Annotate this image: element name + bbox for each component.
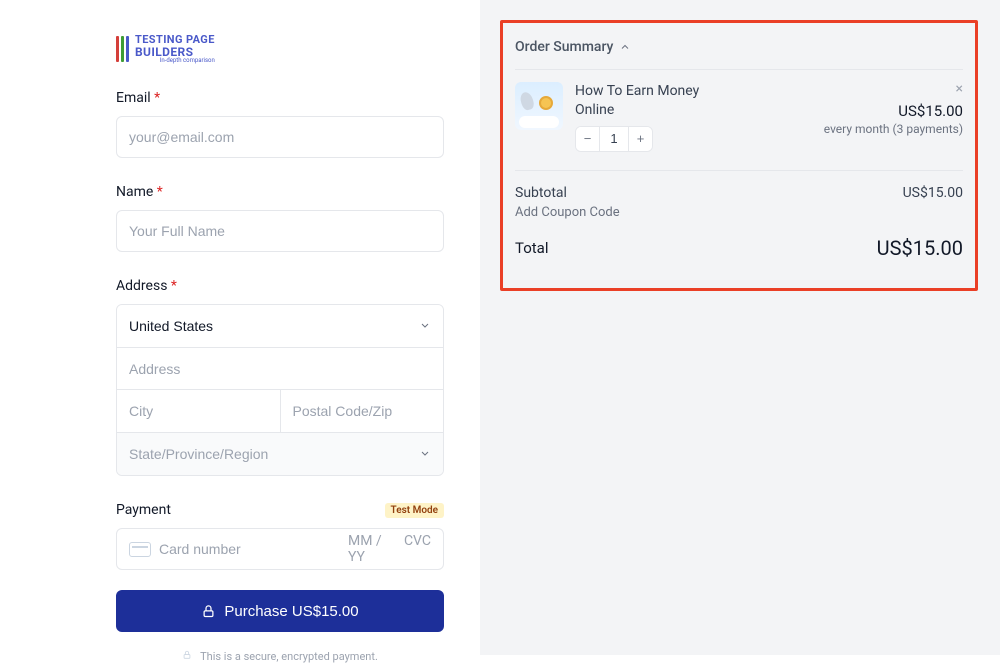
logo: TESTING PAGE BUILDERS In-depth compariso… — [116, 34, 444, 64]
email-label: Email * — [116, 90, 444, 106]
payment-label: Payment — [116, 502, 171, 518]
name-label: Name * — [116, 184, 444, 200]
order-summary-toggle[interactable]: Order Summary — [515, 39, 963, 70]
quantity-stepper: − + — [575, 126, 653, 152]
card-cvc-placeholder: CVC — [404, 533, 431, 565]
country-select[interactable] — [117, 305, 443, 347]
checkout-form-panel: TESTING PAGE BUILDERS In-depth compariso… — [0, 0, 480, 655]
lock-icon — [182, 650, 192, 663]
purchase-button-label: Purchase US$15.00 — [224, 603, 358, 620]
total-value: US$15.00 — [877, 236, 963, 260]
product-title: How To Earn Money Online — [575, 82, 715, 120]
secure-payment-note: This is a secure, encrypted payment. — [200, 650, 378, 663]
quantity-increase-button[interactable]: + — [628, 127, 652, 151]
subtotal-value: US$15.00 — [903, 185, 963, 201]
purchase-button[interactable]: Purchase US$15.00 — [116, 590, 444, 632]
order-summary-heading: Order Summary — [515, 39, 613, 55]
email-input[interactable] — [116, 116, 444, 158]
remove-item-button[interactable]: × — [824, 82, 963, 96]
street-address-input[interactable] — [117, 348, 443, 390]
quantity-decrease-button[interactable]: − — [576, 127, 600, 151]
card-expiry-placeholder: MM / YY — [348, 533, 394, 565]
name-input[interactable] — [116, 210, 444, 252]
address-label: Address * — [116, 278, 444, 294]
add-coupon-link[interactable]: Add Coupon Code — [515, 205, 620, 220]
logo-bars-icon — [116, 36, 129, 62]
card-input-group[interactable]: MM / YY CVC — [116, 528, 444, 570]
order-summary-panel: Order Summary How To Earn Money Online −… — [480, 0, 1000, 655]
lock-icon — [201, 604, 216, 619]
logo-tagline: In-depth comparison — [160, 57, 215, 64]
product-thumbnail — [515, 82, 563, 130]
state-select[interactable] — [117, 433, 443, 475]
total-label: Total — [515, 239, 549, 257]
order-summary-box: Order Summary How To Earn Money Online −… — [500, 20, 978, 291]
card-icon — [129, 542, 151, 557]
test-mode-badge: Test Mode — [385, 503, 444, 518]
postal-code-input[interactable] — [281, 390, 444, 432]
card-number-input[interactable] — [159, 541, 340, 557]
item-price: US$15.00 — [824, 102, 963, 120]
subtotal-label: Subtotal — [515, 185, 567, 201]
city-input[interactable] — [117, 390, 281, 432]
item-recurrence: every month (3 payments) — [824, 122, 963, 136]
chevron-up-icon — [619, 41, 631, 53]
quantity-input[interactable] — [600, 127, 628, 151]
cart-item: How To Earn Money Online − + × US$15.00 … — [515, 82, 963, 171]
